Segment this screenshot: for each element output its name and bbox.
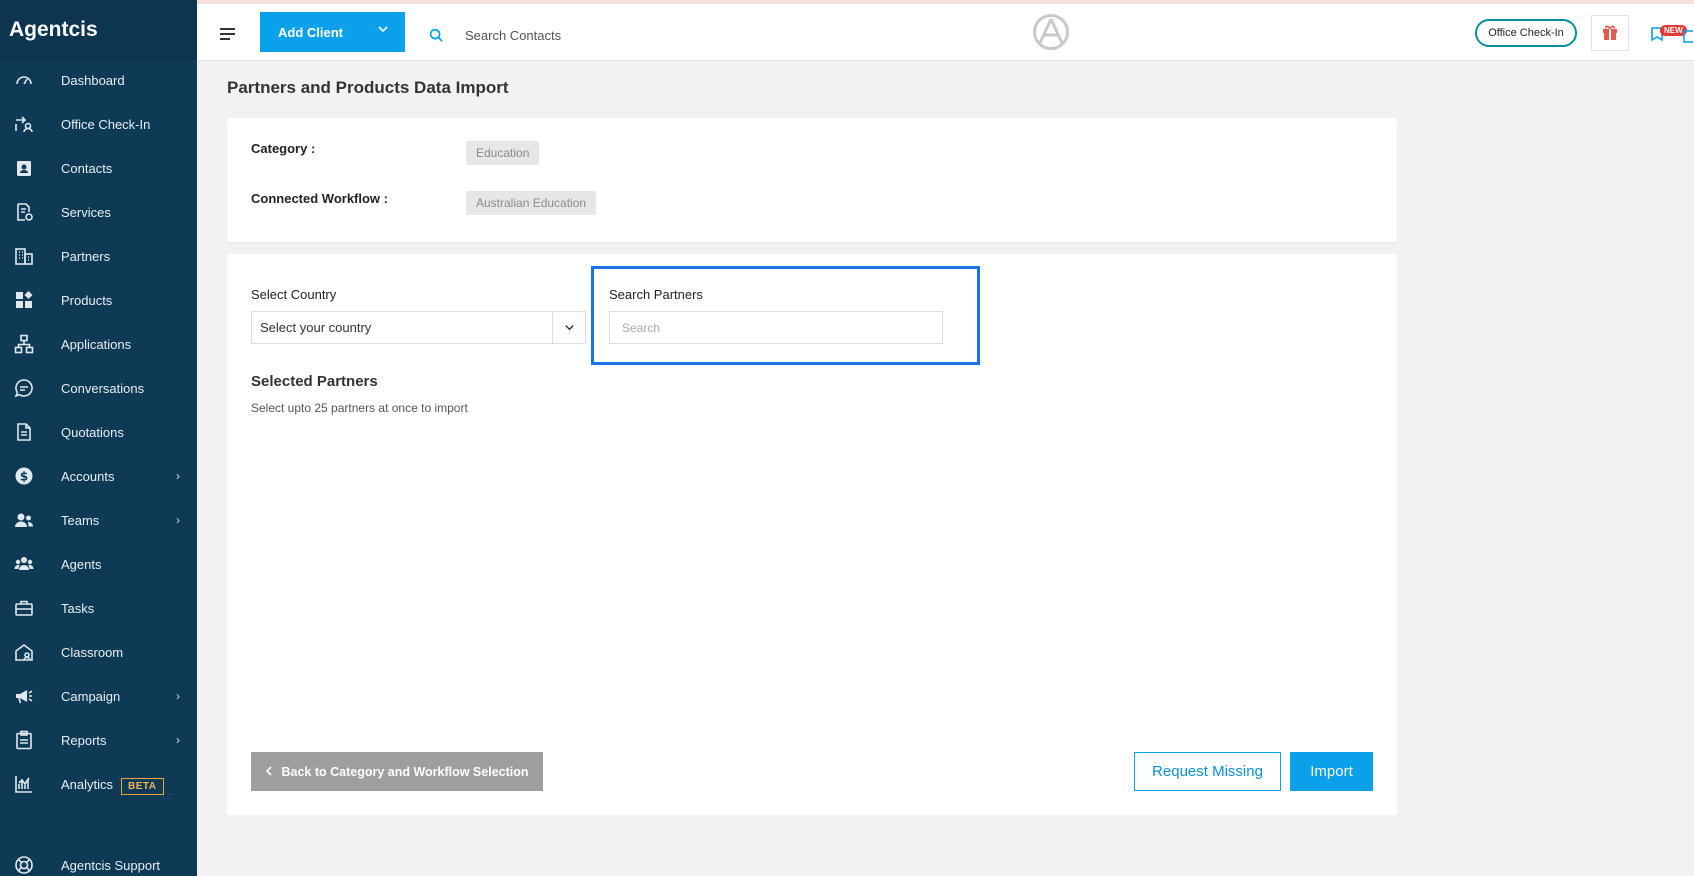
gauge-icon [13, 69, 35, 91]
chart-icon [13, 773, 35, 795]
chevron-right-icon: › [176, 689, 180, 703]
chevron-left-icon [265, 765, 273, 779]
category-summary-card: Category : Education Connected Workflow … [227, 118, 1397, 242]
back-button-label: Back to Category and Workflow Selection [281, 764, 529, 779]
svg-text:$: $ [20, 470, 28, 484]
add-client-label: Add Client [278, 24, 343, 40]
sidebar-item-partners[interactable]: Partners [0, 236, 197, 276]
chevron-down-icon[interactable] [552, 312, 585, 343]
sidebar-item-label: Reports [61, 732, 107, 748]
workflow-chip: Australian Education [466, 191, 597, 215]
sidebar: Agentcis Dashboard Office Check-In Conta… [0, 0, 197, 876]
gift-button[interactable] [1591, 15, 1629, 51]
analytics-label: Analytics [61, 776, 114, 792]
sidebar-item-label: Teams [61, 512, 100, 528]
sidebar-item-label: Applications [61, 336, 132, 352]
search-partners-input[interactable] [609, 311, 943, 344]
sidebar-item-products[interactable]: Products [0, 280, 197, 320]
sidebar-item-label: Classroom [61, 644, 124, 660]
team-icon [13, 509, 35, 531]
brand-logo[interactable]: Agentcis [0, 0, 197, 60]
products-icon [13, 289, 35, 311]
sidebar-item-label: Partners [61, 248, 111, 264]
sidebar-item-reports[interactable]: Reports › [0, 720, 197, 760]
sidebar-item-label: Agentcis Support [61, 857, 161, 873]
chevron-right-icon: › [176, 513, 180, 527]
sidebar-item-office-check-in[interactable]: Office Check-In [0, 104, 197, 144]
sidebar-item-conversations[interactable]: Conversations [0, 368, 197, 408]
sidebar-item-campaign[interactable]: Campaign › [0, 676, 197, 716]
sidebar-item-label: Agents [61, 556, 102, 572]
company-logo-icon [1032, 13, 1070, 56]
category-chip: Education [466, 141, 540, 165]
search-contacts-input[interactable] [465, 23, 715, 47]
sidebar-item-label: Conversations [61, 380, 145, 396]
clipboard-icon [13, 729, 35, 751]
lifebuoy-icon [13, 854, 35, 876]
beta-badge: BETA [121, 777, 164, 795]
building-icon [13, 245, 35, 267]
sidebar-item-label: Accounts [61, 468, 115, 484]
sidebar-item-label: Analytics BETA [61, 776, 164, 795]
sidebar-item-label: Quotations [61, 424, 124, 440]
hamburger-menu-icon[interactable] [220, 28, 235, 43]
check-in-icon [13, 113, 35, 135]
chat-icon [13, 377, 35, 399]
sidebar-item-quotations[interactable]: Quotations [0, 412, 197, 452]
select-country-label: Select Country [251, 287, 337, 302]
country-select[interactable]: Select your country [251, 311, 586, 344]
add-client-button[interactable]: Add Client [260, 12, 405, 52]
document-icon [13, 421, 35, 443]
sidebar-item-teams[interactable]: Teams › [0, 500, 197, 540]
sidebar-item-agents[interactable]: Agents [0, 544, 197, 584]
sidebar-item-label: Office Check-In [61, 116, 151, 132]
contacts-icon [13, 157, 35, 179]
chevron-right-icon: › [176, 469, 180, 483]
country-select-value: Select your country [260, 320, 372, 335]
sidebar-item-accounts[interactable]: $ Accounts › [0, 456, 197, 496]
import-button[interactable]: Import [1290, 752, 1373, 791]
request-missing-button[interactable]: Request Missing [1134, 752, 1281, 791]
sidebar-item-dashboard[interactable]: Dashboard [0, 60, 197, 100]
search-icon[interactable] [429, 28, 444, 48]
sidebar-item-analytics[interactable]: Analytics BETA [0, 764, 197, 804]
sidebar-item-label: Tasks [61, 600, 95, 616]
partner-selection-card: Select Country Select your country Searc… [227, 254, 1397, 815]
flow-icon [13, 333, 35, 355]
sidebar-item-applications[interactable]: Applications [0, 324, 197, 364]
classroom-icon [13, 641, 35, 663]
agents-icon [13, 553, 35, 575]
office-check-in-button[interactable]: Office Check-In [1475, 19, 1577, 47]
search-partners-label: Search Partners [609, 287, 703, 302]
briefcase-icon [13, 597, 35, 619]
page-title: Partners and Products Data Import [227, 78, 509, 97]
top-bar: Add Client Office Check-In NEW [197, 0, 1694, 61]
selected-partners-title: Selected Partners [251, 373, 378, 390]
back-to-category-button[interactable]: Back to Category and Workflow Selection [251, 752, 543, 791]
dollar-icon: $ [13, 465, 35, 487]
sidebar-item-tasks[interactable]: Tasks [0, 588, 197, 628]
sidebar-item-classroom[interactable]: Classroom [0, 632, 197, 672]
sidebar-item-label: Services [61, 204, 111, 220]
sidebar-item-agentcis-support[interactable]: Agentcis Support [0, 845, 197, 876]
sidebar-item-label: Products [61, 292, 113, 308]
connected-workflow-label: Connected Workflow : [251, 191, 388, 206]
chevron-right-icon: › [176, 733, 180, 747]
sidebar-item-label: Contacts [61, 160, 113, 176]
sidebar-item-label: Dashboard [61, 72, 125, 88]
megaphone-icon [13, 685, 35, 707]
category-label: Category : [251, 141, 316, 156]
chevron-down-icon[interactable] [377, 23, 389, 38]
selected-partners-hint: Select upto 25 partners at once to impor… [251, 401, 468, 415]
gift-icon [1601, 23, 1619, 44]
sidebar-item-services[interactable]: Services [0, 192, 197, 232]
sidebar-item-label: Campaign [61, 688, 121, 704]
sidebar-item-contacts[interactable]: Contacts [0, 148, 197, 188]
calendar-icon[interactable] [1683, 29, 1694, 48]
services-icon [13, 201, 35, 223]
